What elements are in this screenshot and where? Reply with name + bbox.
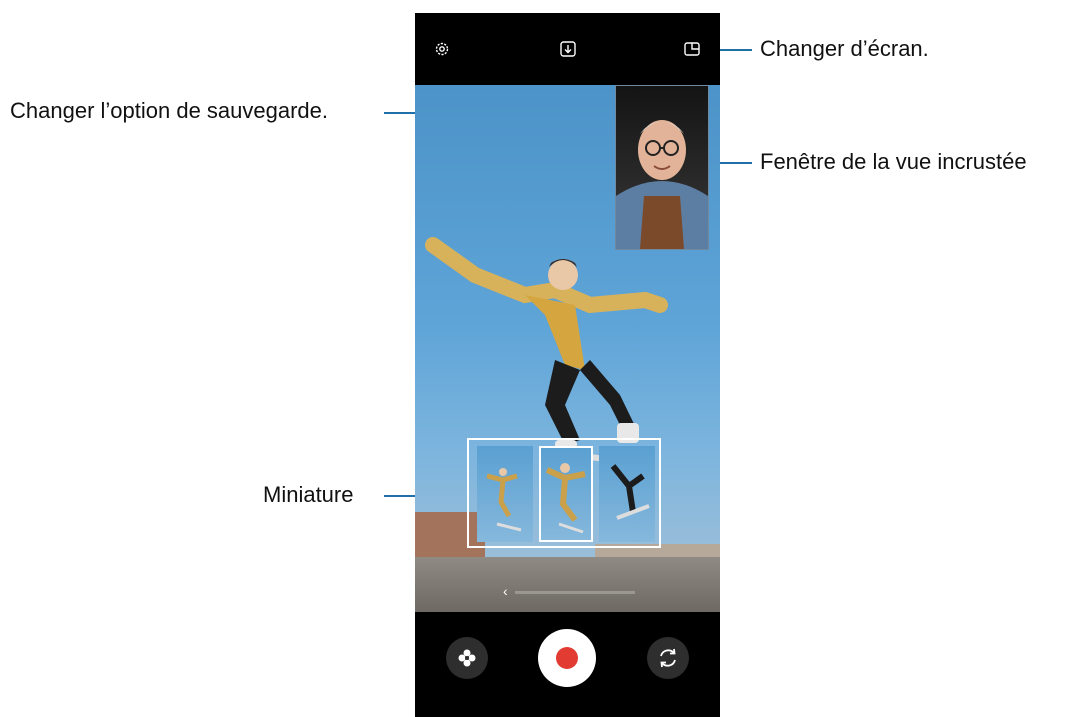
- flower-icon: [458, 649, 476, 667]
- thumbnail-strip[interactable]: [467, 438, 661, 548]
- thumbnail-scroll-indicator: [515, 591, 635, 594]
- phone-screen: ‹: [415, 13, 720, 717]
- effects-button[interactable]: [446, 637, 488, 679]
- callout-screen-change: Changer d’écran.: [760, 36, 929, 61]
- switch-camera-button[interactable]: [647, 637, 689, 679]
- callout-pip-window: Fenêtre de la vue incrustée: [760, 149, 1027, 174]
- thumbnail-item[interactable]: [477, 446, 533, 542]
- callout-save-option: Changer l’option de sauvegarde.: [10, 98, 329, 123]
- thumbnail-item-selected[interactable]: [539, 446, 593, 542]
- rooftop-ledge: [415, 557, 720, 612]
- gear-icon[interactable]: [433, 40, 451, 58]
- pip-person: [616, 120, 708, 249]
- layout-icon[interactable]: [683, 40, 701, 58]
- thumbnail-item[interactable]: [599, 446, 655, 542]
- callout-thumbnail: Miniature: [263, 482, 354, 507]
- record-button[interactable]: [538, 629, 596, 687]
- chevron-left-icon[interactable]: ‹: [503, 583, 508, 599]
- pip-window[interactable]: [615, 85, 709, 250]
- camera-viewfinder[interactable]: ‹: [415, 85, 720, 612]
- rotate-icon: [660, 648, 676, 668]
- download-box-icon[interactable]: [559, 40, 577, 58]
- record-dot: [556, 647, 578, 669]
- camera-top-bar: [415, 13, 720, 85]
- camera-bottom-bar: [415, 612, 720, 717]
